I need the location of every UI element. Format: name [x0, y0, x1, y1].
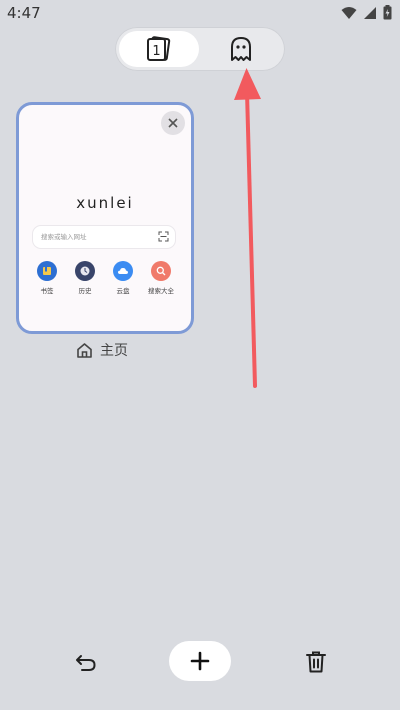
plus-icon [190, 651, 210, 671]
battery-icon [383, 5, 392, 20]
quick-link-cloud: 云盘 [105, 261, 141, 295]
close-icon [168, 118, 178, 128]
tab-count-icon: 1 [147, 36, 171, 61]
normal-tabs-button[interactable]: 1 [119, 31, 199, 67]
status-bar: 4:47 [0, 0, 400, 26]
close-tab-button[interactable] [161, 111, 185, 135]
quick-link-label: 历史 [78, 287, 92, 295]
quick-links: 书签 历史 云盘 搜索大全 [29, 261, 179, 295]
status-icons [341, 5, 392, 20]
delete-all-tabs-button[interactable] [302, 648, 330, 676]
signal-icon [364, 6, 376, 19]
quick-link-label: 书签 [40, 287, 54, 295]
status-time: 4:47 [7, 4, 41, 22]
bottom-toolbar [0, 640, 400, 684]
quick-link-label: 搜索大全 [148, 287, 174, 295]
new-tab-button[interactable] [169, 641, 231, 681]
quick-link-history: 历史 [67, 261, 103, 295]
back-button[interactable] [72, 648, 100, 676]
incognito-tabs-button[interactable] [201, 31, 281, 67]
xunlei-logo: xunlei [76, 194, 134, 212]
tab-mode-switch: 1 [115, 27, 285, 71]
history-icon [75, 261, 95, 281]
search-box-preview: 搜索或输入网址 [33, 226, 175, 248]
scan-icon [158, 231, 169, 242]
quick-link-search-all: 搜索大全 [143, 261, 179, 295]
wifi-icon [341, 6, 357, 19]
cloud-icon [113, 261, 133, 281]
quick-link-bookmark: 书签 [29, 261, 65, 295]
search-all-icon [151, 261, 171, 281]
search-placeholder: 搜索或输入网址 [41, 233, 87, 241]
ghost-icon [231, 37, 251, 61]
quick-link-label: 云盘 [116, 287, 130, 295]
tab-count-number: 1 [152, 44, 160, 59]
tab-title: 主页 [100, 343, 128, 359]
home-icon [77, 342, 92, 358]
undo-icon [76, 655, 96, 671]
bookmark-icon [37, 261, 57, 281]
trash-icon [306, 651, 326, 673]
tab-card-home[interactable]: xunlei 搜索或输入网址 书签 历史 云盘 搜索大全 [16, 102, 194, 334]
tab-title-row: 主页 [76, 340, 128, 360]
